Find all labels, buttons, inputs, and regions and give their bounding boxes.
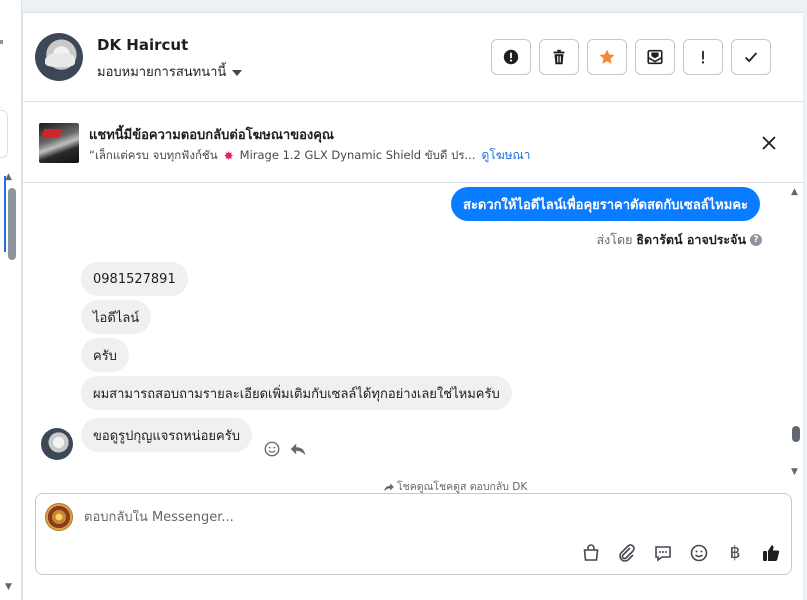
trash-icon <box>553 49 565 65</box>
ad-thumbnail[interactable] <box>39 123 79 163</box>
like-icon[interactable] <box>760 542 782 564</box>
scroll-down-arrow-icon[interactable]: ▼ <box>5 582 12 592</box>
ad-reply-banner: แชทนี้มีข้อความตอบกลับต่อโฆษณาของคุณ “เล… <box>23 103 804 183</box>
scroll-down-arrow-icon[interactable]: ▼ <box>791 467 798 477</box>
ad-snippet: “เล็กแต่ครบ จบทุกฟังก์ชัน ✸ Mirage 1.2 G… <box>89 146 530 165</box>
composer-toolbar: ฿ <box>580 542 782 564</box>
saved-reply-icon[interactable] <box>652 542 674 564</box>
sparkle-icon: ✸ <box>223 148 234 163</box>
reply-arrow-icon <box>384 482 394 491</box>
message-thread: สะดวกให้ไอดีไลน์เพื่อคุยราคาตัดสดกับเซลล… <box>23 184 804 493</box>
mark-done-button[interactable] <box>731 39 771 75</box>
incoming-message[interactable]: ครับ <box>81 338 129 372</box>
incoming-message[interactable]: 0981527891 <box>81 262 188 296</box>
close-banner-button[interactable] <box>757 131 781 155</box>
ad-snippet-end: Mirage 1.2 GLX Dynamic Shield ขับดี ปร..… <box>239 147 476 162</box>
assign-label: มอบหมายการสนทนานี้ <box>97 65 227 80</box>
left-scrollbar-thumb[interactable] <box>8 188 16 260</box>
outgoing-message[interactable]: สะดวกให้ไอดีไลน์เพื่อคุยราคาตัดสดกับเซลล… <box>451 187 760 221</box>
scroll-up-arrow-icon[interactable]: ▲ <box>791 187 798 197</box>
incoming-message[interactable]: ผมสามารถสอบถามรายละเอียดเพิ่มเติมกับเซลล… <box>81 376 512 410</box>
alert-circle-icon <box>503 49 519 65</box>
page-avatar <box>45 503 73 531</box>
mark-unread-button[interactable] <box>635 39 675 75</box>
chat-scrollbar[interactable]: ▲ ▼ <box>790 184 802 484</box>
chat-scrollbar-thumb[interactable] <box>792 426 800 442</box>
header-actions <box>491 39 771 75</box>
exclamation-icon <box>701 50 705 64</box>
emoji-icon[interactable] <box>688 542 710 564</box>
reply-icon[interactable] <box>289 440 307 458</box>
star-icon <box>599 49 615 64</box>
sent-by-name: ธิดารัตน์ อาจประจัน <box>636 232 746 247</box>
conversation-panel: DK Haircut มอบหมายการสนทนานี้ แชทนี้มีข้… <box>22 12 804 600</box>
caret-down-icon <box>232 69 243 76</box>
baht-icon[interactable]: ฿ <box>724 542 746 564</box>
sent-by-label: ส่งโดย ธิดารัตน์ อาจประจัน ? <box>597 230 762 250</box>
follow-up-button[interactable] <box>683 39 723 75</box>
delete-button[interactable] <box>539 39 579 75</box>
scroll-up-arrow-icon[interactable]: ▲ <box>5 172 12 182</box>
baht-symbol: ฿ <box>729 543 741 563</box>
ad-banner-title: แชทนี้มีข้อความตอบกลับต่อโฆษณาของคุณ <box>89 128 334 143</box>
sender-avatar[interactable] <box>41 428 73 460</box>
message-actions <box>263 440 307 458</box>
background-card-edge <box>0 110 8 158</box>
reply-composer: ฿ <box>35 493 792 575</box>
conversation-header: DK Haircut มอบหมายการสนทนานี้ <box>23 13 804 102</box>
check-icon <box>744 52 758 63</box>
ad-snippet-start: “เล็กแต่ครบ จบทุกฟังก์ชัน <box>89 147 218 162</box>
sent-by-prefix: ส่งโดย <box>596 232 633 247</box>
shopping-bag-icon[interactable] <box>580 542 602 564</box>
star-button[interactable] <box>587 39 627 75</box>
background-tick <box>0 40 3 44</box>
spam-report-button[interactable] <box>491 39 531 75</box>
close-icon <box>762 136 776 150</box>
incoming-message[interactable]: ไอดีไลน์ <box>81 300 152 334</box>
reply-input[interactable] <box>84 510 684 525</box>
contact-name[interactable]: DK Haircut <box>97 36 188 54</box>
contact-avatar[interactable] <box>35 33 83 81</box>
paperclip-icon[interactable] <box>616 542 638 564</box>
envelope-icon <box>647 49 663 65</box>
view-ad-link[interactable]: ดูโฆษณา <box>481 146 530 165</box>
react-emoji-icon[interactable] <box>263 440 281 458</box>
help-icon[interactable]: ? <box>750 234 762 246</box>
selected-accent-bar <box>4 176 6 252</box>
assign-conversation-dropdown[interactable]: มอบหมายการสนทนานี้ <box>97 61 243 82</box>
incoming-message[interactable]: ขอดูรูปกุญแจรถหน่อยครับ <box>81 418 252 452</box>
